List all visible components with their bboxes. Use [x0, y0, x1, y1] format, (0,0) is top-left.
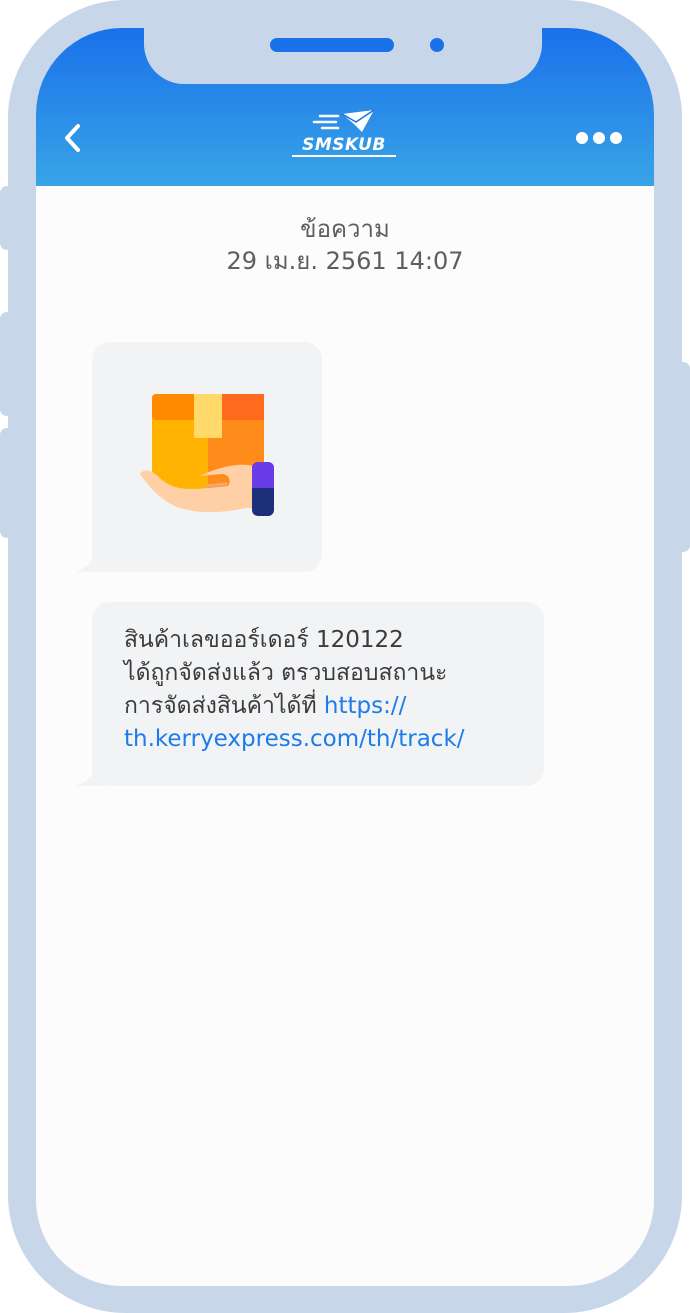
parcel-hand-icon [140, 394, 274, 516]
message-text: สินค้าเลขออร์เดอร์ 120122 ได้ถูกจัดส่งแล… [124, 624, 534, 756]
front-camera [430, 38, 444, 52]
contact-name: ข้อความ [300, 215, 390, 243]
text-message-bubble: สินค้าเลขออร์เดอร์ 120122 ได้ถูกจัดส่งแล… [92, 602, 544, 786]
phone-notch [144, 28, 542, 84]
speaker-grille [270, 38, 394, 52]
side-button-power [676, 362, 690, 552]
side-button-mute [0, 186, 14, 250]
back-button[interactable] [60, 120, 90, 156]
image-message-bubble[interactable] [92, 342, 322, 572]
app-logo: SMSKUB [292, 108, 402, 164]
message-timestamp: 29 เม.ย. 2561 14:07 [226, 247, 464, 275]
app-header: SMSKUB [36, 28, 654, 186]
side-button-volume-up [0, 312, 14, 416]
logo-text: SMSKUB [292, 135, 396, 157]
more-options-button[interactable] [576, 132, 622, 146]
chevron-left-icon [65, 124, 80, 152]
phone-screen: SMSKUB ข้อความ 29 เม.ย. 2561 14:07 สินค้… [36, 28, 654, 1286]
side-button-volume-down [0, 428, 14, 538]
paper-plane-icon [312, 109, 375, 132]
